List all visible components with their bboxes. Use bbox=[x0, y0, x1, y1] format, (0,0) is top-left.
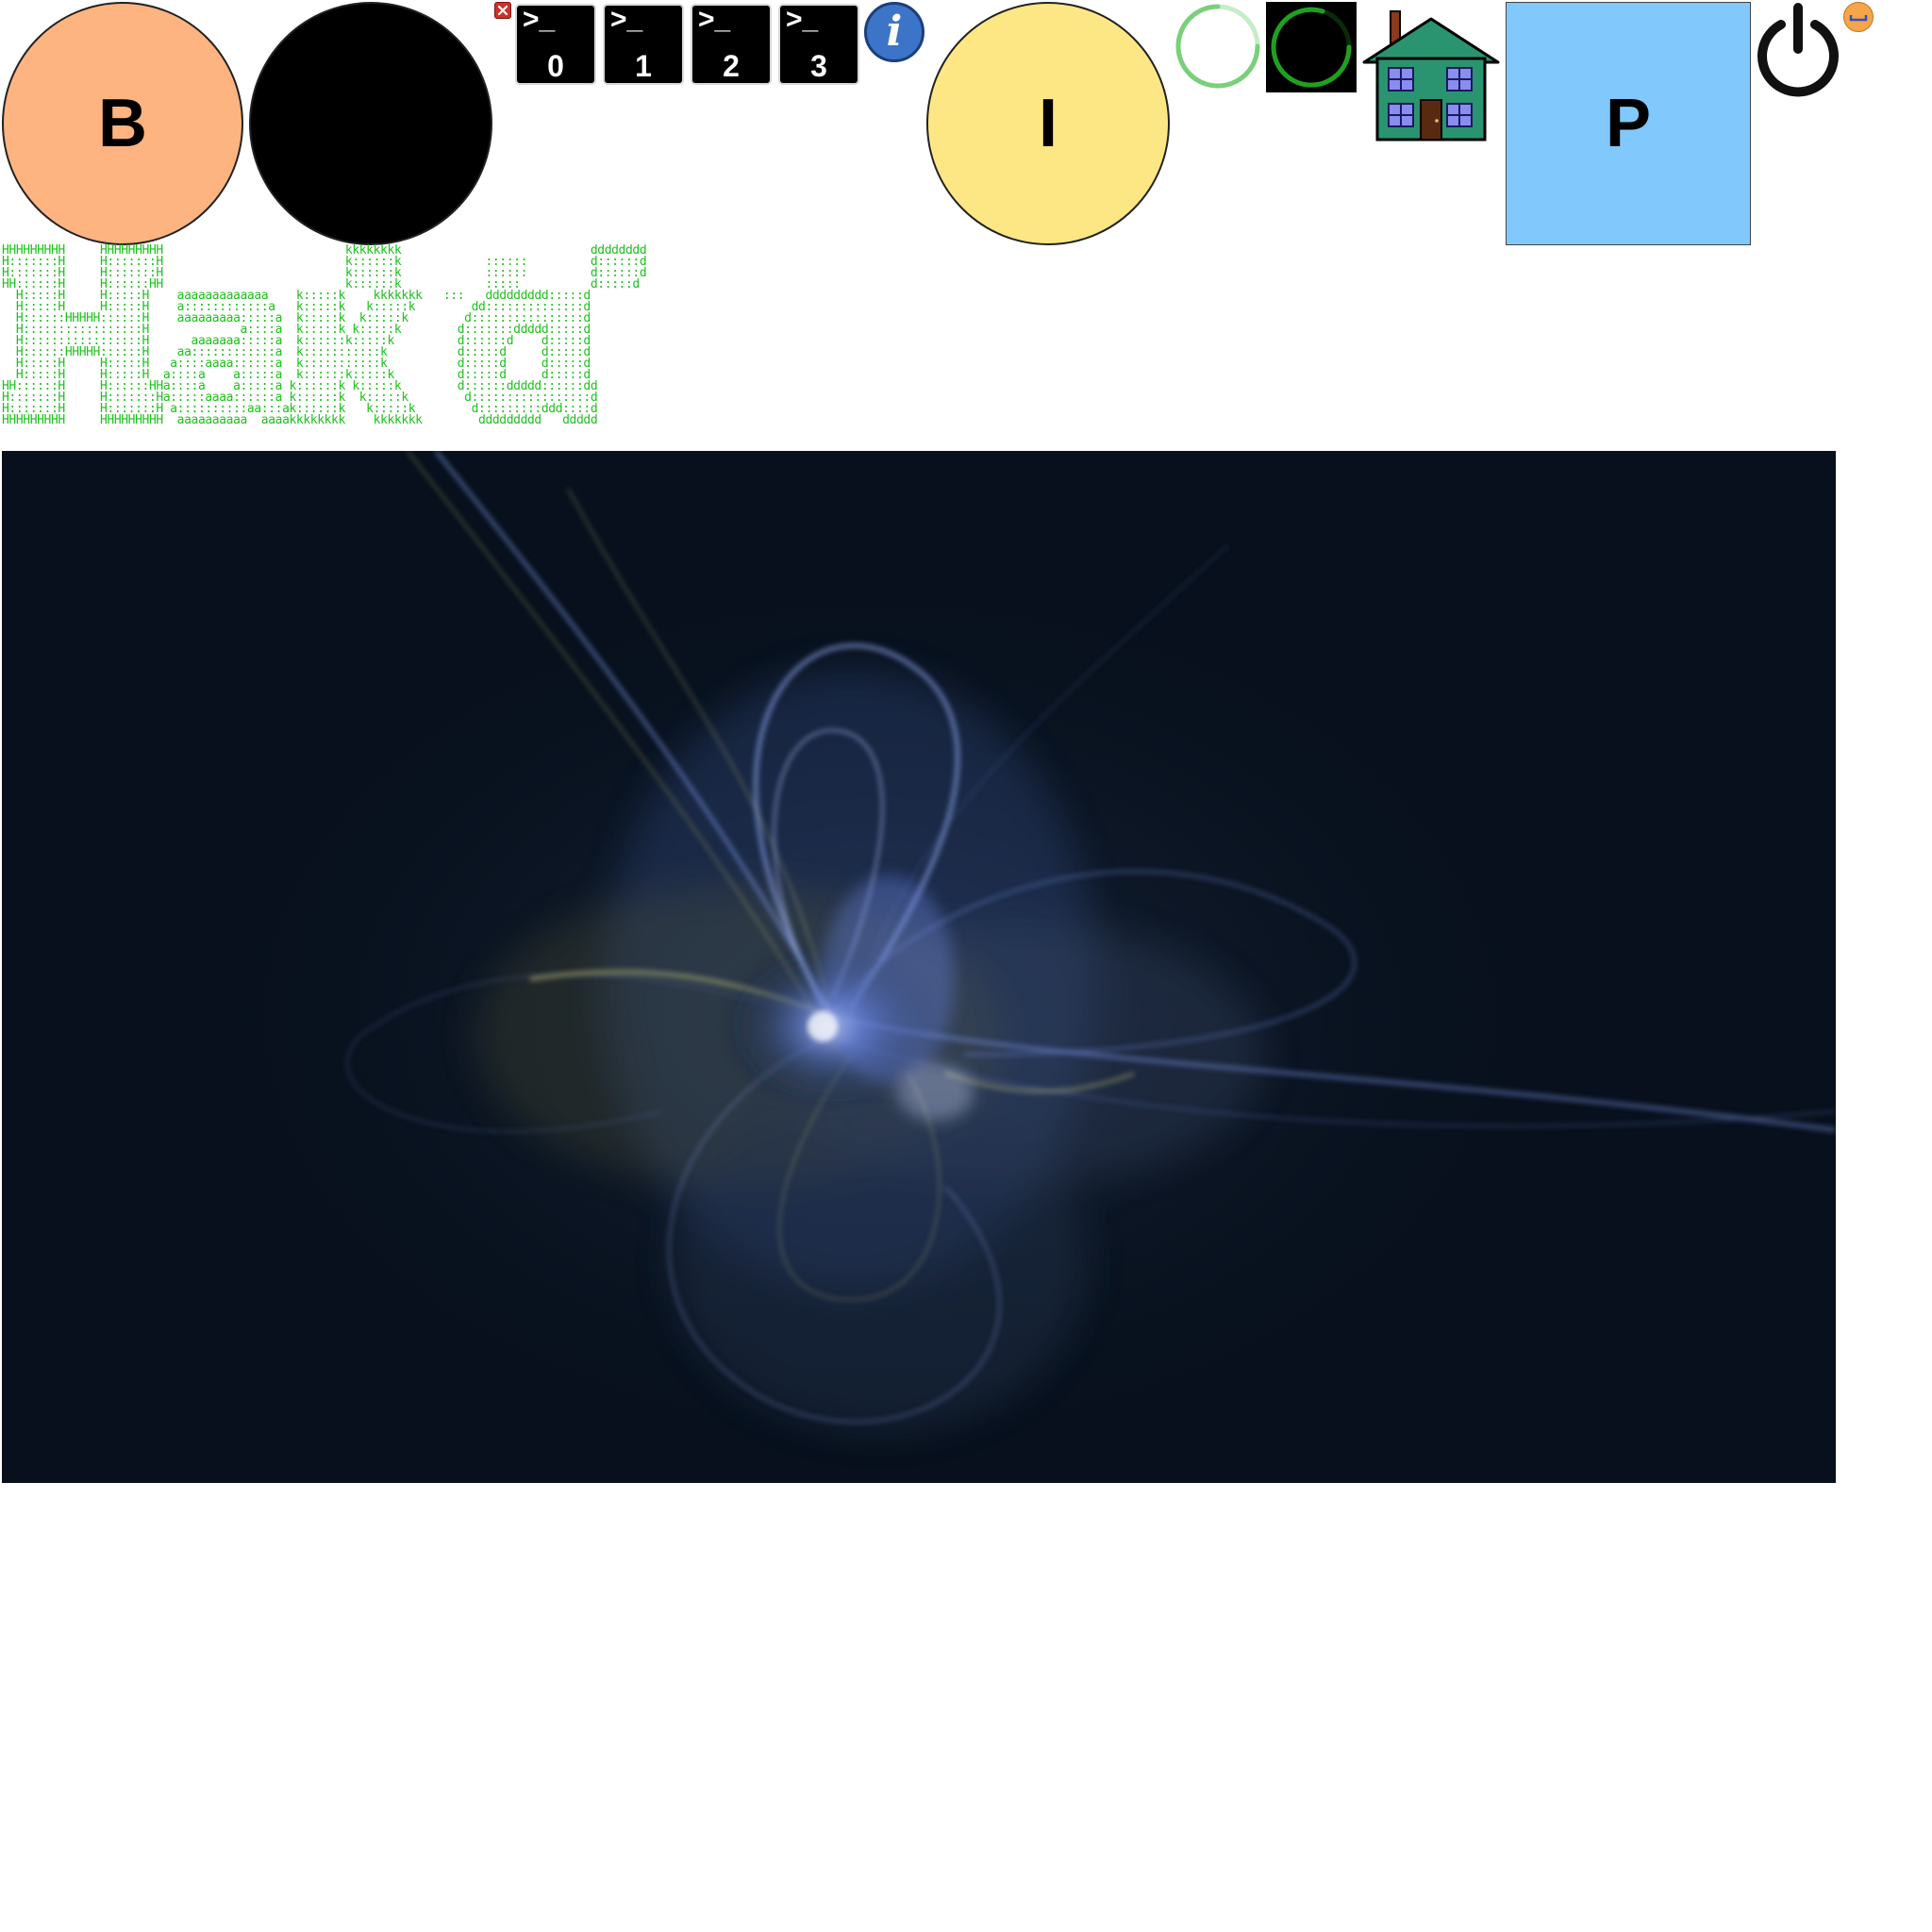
loading-spinner-dark-icon bbox=[1266, 2, 1357, 92]
p-button[interactable]: P bbox=[1506, 2, 1751, 245]
terminal-prompt-icon: >_ bbox=[610, 4, 643, 35]
terminal-prompt-icon: >_ bbox=[523, 4, 556, 35]
wallpaper-image bbox=[2, 451, 1836, 1483]
terminal-prompt-icon: >_ bbox=[786, 4, 819, 35]
dark-circle-button[interactable] bbox=[249, 2, 492, 245]
info-glyph: i bbox=[886, 8, 903, 56]
i-button[interactable]: I bbox=[926, 2, 1170, 245]
terminal-number: 1 bbox=[635, 49, 652, 83]
ascii-banner: HHHHHHHHH HHHHHHHHH kkkkkkkk dddddddd H:… bbox=[2, 243, 647, 427]
terminal-number: 2 bbox=[723, 49, 740, 83]
terminal-number: 3 bbox=[810, 49, 827, 83]
terminal-button-0[interactable]: >_ 0 bbox=[517, 6, 594, 83]
b-button-label: B bbox=[98, 86, 147, 161]
home-icon[interactable] bbox=[1362, 6, 1500, 143]
power-icon[interactable] bbox=[1753, 2, 1843, 100]
terminal-button-2[interactable]: >_ 2 bbox=[692, 6, 770, 83]
b-button[interactable]: B bbox=[2, 2, 243, 245]
terminal-number: 0 bbox=[547, 49, 564, 83]
p-button-label: P bbox=[1605, 86, 1652, 161]
loading-spinner-icon bbox=[1174, 2, 1262, 91]
terminal-prompt-icon: >_ bbox=[698, 4, 731, 35]
close-icon[interactable] bbox=[494, 2, 511, 19]
terminal-button-3[interactable]: >_ 3 bbox=[780, 6, 858, 83]
minimize-icon[interactable] bbox=[1843, 2, 1874, 32]
i-button-label: I bbox=[1038, 86, 1058, 161]
terminal-button-1[interactable]: >_ 1 bbox=[605, 6, 682, 83]
info-icon[interactable]: i bbox=[864, 2, 924, 62]
